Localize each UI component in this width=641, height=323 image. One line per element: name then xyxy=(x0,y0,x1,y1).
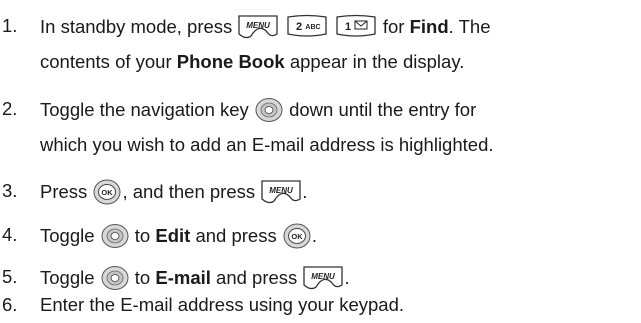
svg-text:OK: OK xyxy=(291,232,303,241)
ok-key-icon: OK xyxy=(92,178,122,206)
step-number: 2. xyxy=(2,98,18,119)
menu-key-icon: MENU xyxy=(237,13,279,41)
2-abc-key-icon: 2 ABC xyxy=(285,13,329,41)
navigation-key-icon xyxy=(100,222,130,250)
svg-text:2: 2 xyxy=(296,21,302,33)
ok-key-icon: OK xyxy=(282,222,312,250)
1-voicemail-key-icon: 1 xyxy=(334,13,378,41)
step-text: Toggle the navigation key down until the… xyxy=(40,91,476,128)
step-text: Toggle to Edit and press OK . xyxy=(40,217,317,254)
step-number: 6. xyxy=(2,294,18,315)
step-2-continuation: which you wish to add an E-mail address … xyxy=(40,134,494,155)
svg-text:MENU: MENU xyxy=(269,186,293,195)
navigation-key-icon xyxy=(254,96,284,124)
svg-text:ABC: ABC xyxy=(305,24,320,31)
instruction-page: 1. In standby mode, press MENU 2 ABC 1 f… xyxy=(0,0,641,320)
step-1-continuation: contents of your Phone Book appear in th… xyxy=(40,51,465,72)
step-number: 1. xyxy=(2,15,18,36)
step-number: 4. xyxy=(2,224,18,245)
step-text: Press OK , and then press MENU . xyxy=(40,173,307,210)
svg-text:OK: OK xyxy=(102,188,114,197)
step-text: Enter the E-mail address using your keyp… xyxy=(40,294,405,315)
step-text: In standby mode, press MENU 2 ABC 1 for … xyxy=(40,8,490,45)
svg-text:MENU: MENU xyxy=(312,272,336,281)
menu-key-icon: MENU xyxy=(260,178,302,206)
svg-text:1: 1 xyxy=(345,21,351,33)
step-number: 3. xyxy=(2,180,18,201)
svg-text:MENU: MENU xyxy=(247,21,271,30)
